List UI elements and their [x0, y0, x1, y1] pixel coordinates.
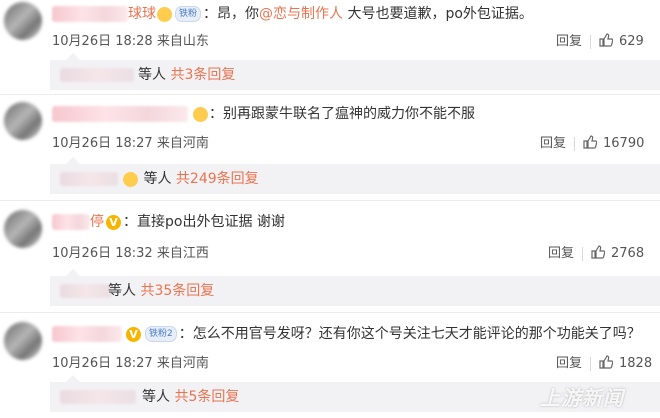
comment-date: 10月26日	[52, 34, 112, 49]
comment-actions: 回复 16790	[540, 132, 644, 153]
comment-3: 停 V ：直接po出外包证据 谢谢 10月26日 18:32 来自江西 回复 2768…	[0, 206, 660, 306]
comment-actions: 回复 2768	[548, 242, 644, 263]
thumbs-up-icon[interactable]	[599, 354, 614, 373]
divider	[0, 312, 660, 313]
comment-text: ：怎么不用官号发呀？还有你这个号关注七天才能评论的那个功能关了吗？	[178, 326, 641, 342]
like-count: 629	[619, 34, 644, 49]
comment-actions: 回复 1828	[556, 352, 652, 373]
reply-users-blurred	[60, 390, 136, 404]
thumbs-up-icon[interactable]	[599, 32, 614, 51]
sub-replies-summary[interactable]: 等人 共3条回复	[138, 66, 235, 84]
sub-replies-box[interactable]: 等人 共35条回复	[50, 269, 660, 306]
fan-badge: 铁粉2	[145, 326, 177, 342]
sub-replies-summary[interactable]: 等人 共249条回复	[122, 170, 259, 188]
comment-text-suffix: 大号也要道歉，po外包证据。	[343, 6, 533, 22]
reply-button[interactable]: 回复	[540, 136, 566, 151]
username-blurred[interactable]	[52, 326, 122, 342]
sub-replies-box[interactable]: 等人 共249条回复	[50, 157, 660, 194]
sub-people: 等人	[108, 283, 136, 299]
like-count: 16790	[603, 136, 645, 151]
username-blurred[interactable]	[52, 6, 128, 22]
comment-1: 球球 铁粉 ：昂，你@恋与制作人 大号也要道歉，po外包证据。 10月26日 18:…	[0, 0, 660, 90]
comment-meta: 10月26日 18:27 来自河南	[52, 132, 209, 151]
reply-button[interactable]: 回复	[556, 356, 582, 371]
comment-source: 来自江西	[156, 246, 209, 261]
sub-count[interactable]: 共5条回复	[174, 389, 239, 405]
comment-source: 来自河南	[156, 136, 209, 151]
emoji-icon	[193, 106, 208, 122]
username-blurred[interactable]	[52, 106, 188, 122]
reply-button[interactable]: 回复	[548, 246, 574, 261]
vip-v-icon: V	[106, 214, 121, 230]
comment-body: V 铁粉2 ：怎么不用官号发呀？还有你这个号关注七天才能评论的那个功能关了吗？	[124, 325, 641, 343]
comment-time: 18:28	[115, 34, 153, 49]
thumbs-up-icon[interactable]	[583, 134, 598, 153]
divider	[0, 94, 660, 95]
like-count: 1828	[619, 356, 653, 371]
divider	[590, 34, 592, 49]
username-blurred[interactable]	[52, 214, 90, 230]
thumbs-up-icon[interactable]	[591, 244, 606, 263]
mention-link[interactable]: @恋与制作人	[259, 6, 343, 22]
reply-users-blurred	[60, 68, 134, 82]
emoji-icon	[157, 6, 172, 22]
comment-body: 停 V ：直接po出外包证据 谢谢	[90, 213, 285, 231]
sub-people: 等人	[142, 389, 170, 405]
comment-meta: 10月26日 18:32 来自江西	[52, 242, 209, 261]
reply-users-blurred	[60, 284, 112, 298]
reply-users-blurred	[60, 172, 118, 186]
sub-replies-summary[interactable]: 等人 共5条回复	[142, 388, 239, 406]
comment-date: 10月26日	[52, 136, 112, 151]
avatar[interactable]	[4, 322, 42, 360]
sub-count[interactable]: 共3条回复	[170, 67, 235, 83]
comment-time: 18:27	[115, 356, 153, 371]
sub-count[interactable]: 共249条回复	[176, 171, 259, 187]
username-suffix[interactable]: 停	[90, 214, 104, 230]
divider	[582, 246, 584, 261]
comment-time: 18:32	[115, 246, 153, 261]
username-suffix[interactable]: 球球	[128, 6, 156, 22]
divider	[574, 136, 576, 151]
comment-body: ：别再跟蒙牛联名了瘟神的威力你不能不服	[192, 105, 475, 123]
comment-text: ：直接po出外包证据 谢谢	[123, 214, 285, 230]
fan-badge: 铁粉	[175, 6, 202, 22]
divider	[0, 200, 660, 201]
comment-date: 10月26日	[52, 356, 112, 371]
comment-meta: 10月26日 18:27 来自河南	[52, 352, 209, 371]
comment-source: 来自山东	[156, 34, 209, 49]
divider	[590, 356, 592, 371]
watermark: 上游新闻	[540, 386, 624, 410]
like-count: 2768	[611, 246, 645, 261]
comment-2: ：别再跟蒙牛联名了瘟神的威力你不能不服 10月26日 18:27 来自河南 回复…	[0, 98, 660, 194]
comment-source: 来自河南	[156, 356, 209, 371]
comment-meta: 10月26日 18:28 来自山东	[52, 30, 209, 49]
sub-people: 等人	[138, 67, 166, 83]
avatar[interactable]	[4, 2, 42, 40]
sub-count[interactable]: 共35条回复	[140, 283, 214, 299]
comment-body: 球球 铁粉 ：昂，你@恋与制作人 大号也要道歉，po外包证据。	[128, 5, 533, 23]
sub-replies-summary[interactable]: 等人 共35条回复	[108, 282, 214, 300]
comment-actions: 回复 629	[556, 30, 644, 51]
emoji-icon	[123, 171, 138, 187]
reply-button[interactable]: 回复	[556, 34, 582, 49]
comment-date: 10月26日	[52, 246, 112, 261]
sub-replies-box[interactable]: 等人 共3条回复	[50, 53, 660, 90]
comment-text-prefix: ：昂，你	[203, 6, 260, 22]
avatar[interactable]	[4, 102, 42, 140]
comment-text: ：别再跟蒙牛联名了瘟神的威力你不能不服	[209, 106, 475, 122]
comment-time: 18:27	[115, 136, 153, 151]
sub-people: 等人	[143, 171, 172, 187]
vip-v-icon: V	[126, 326, 141, 342]
avatar[interactable]	[4, 210, 42, 248]
